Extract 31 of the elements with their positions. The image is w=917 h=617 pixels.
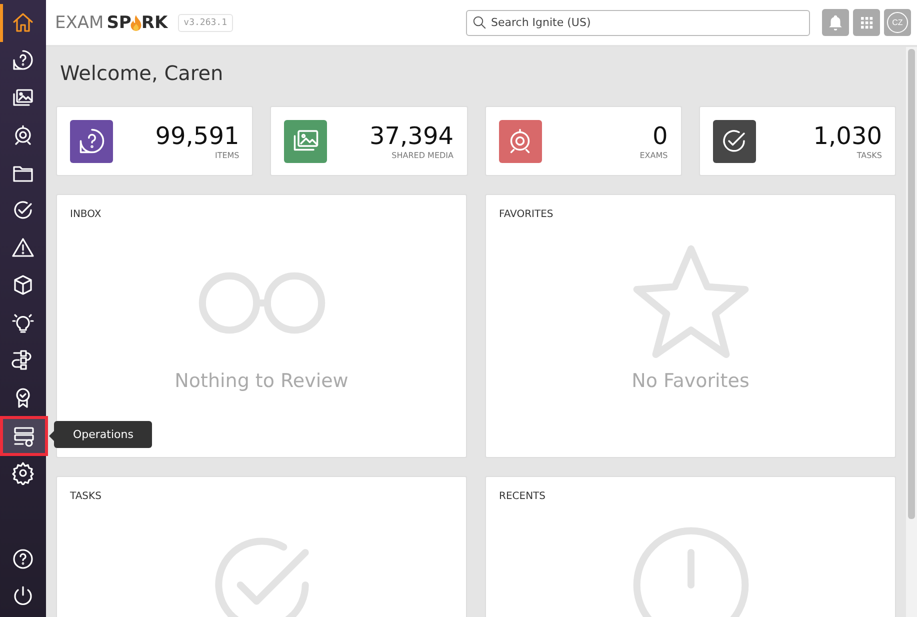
question-bubble-icon (11, 48, 35, 72)
stat-value: 0 (651, 122, 668, 150)
scrollbar[interactable] (906, 47, 917, 617)
panel-title: FAVORITES (499, 209, 554, 220)
version-label: v3.263.1 (178, 14, 234, 32)
stat-value: 37,394 (368, 122, 454, 150)
stat-label: ITEMS (214, 151, 240, 160)
search-icon (472, 14, 487, 30)
bell-icon (826, 13, 845, 32)
settings-icon (11, 461, 35, 486)
stat-label: TASKS (856, 151, 882, 160)
sidebar-item[interactable] (0, 416, 48, 456)
house-icon (11, 10, 35, 35)
warning-icon (11, 236, 35, 260)
panel-title: INBOX (70, 209, 102, 220)
empty-message: No Favorites (632, 370, 750, 392)
stat-value: 99,591 (154, 122, 240, 150)
welcome-heading: Welcome, Caren (60, 61, 224, 85)
grid-icon (860, 16, 872, 28)
avatar-button[interactable]: CZ (884, 9, 911, 36)
stat-label: SHARED MEDIA (390, 151, 454, 160)
tooltip: Operations (54, 420, 152, 448)
stat-label: EXAMS (638, 151, 668, 160)
help-icon (11, 546, 35, 571)
cube-icon (11, 273, 35, 298)
stat-value: 1,030 (812, 122, 882, 150)
panel-title: RECENTS (499, 491, 547, 502)
empty-message: Nothing to Review (174, 370, 348, 392)
search-field[interactable]: Search Ignite (US) (466, 10, 810, 36)
panel-title: TASKS (70, 491, 102, 502)
logo: EXAM SP RK (55, 12, 168, 32)
